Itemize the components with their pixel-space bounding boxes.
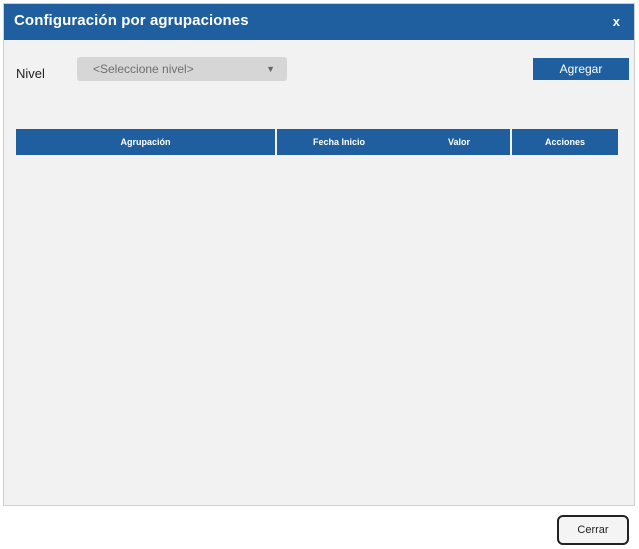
column-header-acciones[interactable]: Acciones [512,129,618,155]
dialog-titlebar: Configuración por agrupaciones x [4,4,634,40]
column-header-group: Fecha Inicio Valor [277,129,510,155]
dialog-title: Configuración por agrupaciones [14,12,249,29]
close-icon[interactable]: x [613,14,620,29]
column-header-agrupacion[interactable]: Agrupación [16,129,275,155]
column-header-fecha-inicio[interactable]: Fecha Inicio [313,129,365,155]
table-header: Agrupación Fecha Inicio Valor Acciones [16,129,618,155]
agregar-button[interactable]: Agregar [533,58,629,80]
chevron-down-icon: ▼ [266,64,275,74]
nivel-label: Nivel [16,66,45,81]
cerrar-button[interactable]: Cerrar [557,515,629,545]
nivel-select[interactable]: <Seleccione nivel> ▼ [77,57,287,81]
nivel-select-value: <Seleccione nivel> [93,62,194,76]
column-header-valor[interactable]: Valor [448,129,470,155]
config-dialog: Configuración por agrupaciones x Nivel <… [3,3,635,506]
